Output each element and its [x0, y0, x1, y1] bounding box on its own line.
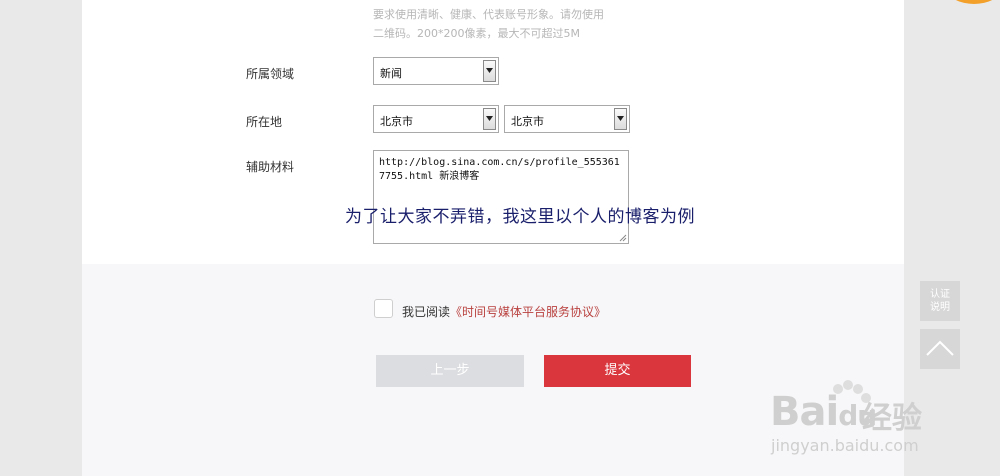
agreement-text: 我已阅读《时间号媒体平台服务协议》: [402, 303, 606, 320]
domain-label: 所属领域: [246, 67, 295, 81]
back-to-top-button[interactable]: [920, 329, 960, 369]
province-select[interactable]: 北京市: [373, 105, 499, 133]
watermark-cn: 经验: [862, 401, 922, 436]
location-label: 所在地: [246, 115, 283, 129]
certification-help-button[interactable]: 认证 说明: [920, 281, 960, 321]
domain-select-value: 新闻: [380, 67, 402, 80]
material-textarea-value: http://blog.sina.com.cn/s/profile_555361…: [379, 157, 620, 182]
watermark-brand-bai: Bai: [770, 389, 839, 435]
city-select-value: 北京市: [511, 115, 544, 128]
agreement-prefix: 我已阅读: [402, 305, 451, 319]
material-label: 辅助材料: [246, 160, 295, 174]
prev-step-button[interactable]: 上一步: [376, 355, 524, 387]
agreement-link[interactable]: 《时间号媒体平台服务协议》: [450, 305, 606, 319]
province-select-value: 北京市: [380, 115, 413, 128]
domain-select[interactable]: 新闻: [373, 57, 499, 85]
material-textarea[interactable]: http://blog.sina.com.cn/s/profile_555361…: [373, 150, 629, 244]
annotation-text: 为了让大家不弄错，我这里以个人的博客为例: [345, 207, 695, 227]
help-line1: 认证: [930, 289, 950, 300]
city-select[interactable]: 北京市: [504, 105, 630, 133]
avatar-hint: 要求使用清晰、健康、代表账号形象。请勿使用 二维码。200*200像素，最大不可…: [373, 5, 633, 43]
submit-button[interactable]: 提交: [544, 355, 691, 387]
resize-grip-icon[interactable]: [619, 234, 627, 242]
chevron-down-icon[interactable]: [483, 108, 496, 130]
chevron-up-icon: [926, 340, 954, 356]
watermark-brand: Baidu: [770, 389, 877, 435]
avatar-hint-line1: 要求使用清晰、健康、代表账号形象。请勿使用: [373, 8, 604, 21]
mascot-image: [955, 0, 993, 4]
chevron-down-icon[interactable]: [614, 108, 627, 130]
agreement-checkbox[interactable]: [374, 299, 393, 318]
help-line2: 说明: [930, 302, 950, 313]
watermark-url: jingyan.baidu.com: [771, 436, 919, 455]
avatar-hint-line2: 二维码。200*200像素，最大不可超过5M: [373, 27, 580, 40]
chevron-down-icon[interactable]: [483, 60, 496, 82]
